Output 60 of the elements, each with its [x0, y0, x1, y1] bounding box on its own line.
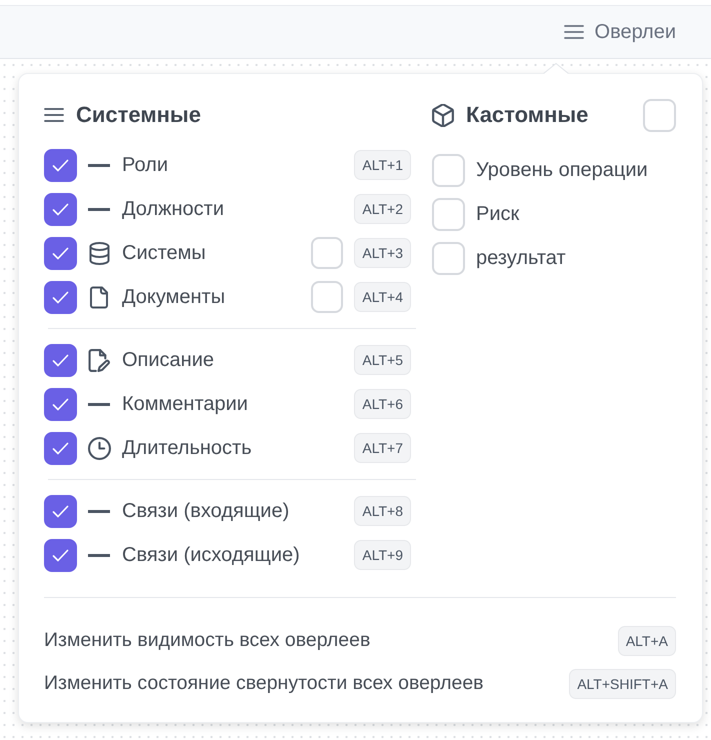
shortcut-key: ALT+6 [354, 389, 411, 419]
shortcut-key: ALT+9 [354, 540, 411, 570]
checkmark-icon [52, 246, 69, 260]
overlay-label: Комментарии [122, 392, 249, 416]
checkmark-icon [52, 548, 69, 562]
overlay-label: Длительность [122, 436, 253, 460]
overlay-label: Риск [476, 202, 520, 226]
shortcut-key: ALT+8 [354, 496, 411, 526]
database-icon [88, 242, 110, 264]
overlay-label: Связи (входящие) [122, 500, 290, 522]
checkbox[interactable] [44, 494, 77, 528]
overlay-label: Должности [122, 198, 226, 220]
checkbox[interactable] [44, 388, 77, 420]
menu-icon [44, 108, 64, 122]
collapse-checkbox[interactable] [311, 237, 344, 269]
overlay-label: Описание [122, 348, 216, 372]
checkmark-icon [52, 290, 69, 304]
shortcut-key: ALT+1 [354, 150, 411, 180]
checkmark-icon [52, 442, 69, 454]
collapse-checkbox[interactable] [311, 281, 344, 313]
checkbox[interactable] [44, 148, 77, 182]
shortcut-key: ALT+4 [354, 282, 411, 312]
file-icon [90, 286, 108, 308]
dash-icon [88, 402, 110, 406]
checkbox[interactable] [44, 344, 77, 376]
overlay-label: Системы [122, 242, 207, 264]
overlay-label: Связи (исходящие) [122, 544, 301, 566]
dash-icon [88, 554, 110, 556]
dash-icon [88, 208, 110, 210]
overlays-button[interactable]: Оверлеи [564, 16, 676, 48]
shortcut-key: ALT+7 [354, 433, 411, 463]
menu-item[interactable]: Изменить видимость всех оверлеев [44, 629, 370, 652]
shortcut-key: ALT+A [618, 626, 676, 656]
checkbox[interactable] [44, 432, 77, 464]
cube-icon [432, 104, 454, 126]
checkmark-icon [52, 354, 69, 366]
menu-item[interactable]: Изменить состояние свернутости всех оверлеев [44, 672, 484, 695]
shortcut-key: ALT+SHIFT+A [569, 668, 676, 698]
checkmark-icon [52, 202, 69, 216]
clock-icon [88, 436, 110, 460]
checkbox[interactable] [44, 538, 77, 572]
menu-icon [564, 25, 584, 39]
checkbox[interactable] [44, 280, 77, 314]
dash-icon [88, 164, 110, 166]
overlay-label: Роли [122, 154, 169, 176]
checkbox[interactable] [44, 236, 77, 270]
shortcut-key: ALT+3 [354, 238, 411, 268]
checkmark-icon [52, 158, 69, 172]
section-title: Кастомные [466, 102, 588, 128]
overlay-label: Уровень операции [476, 158, 649, 182]
overlay-label: Документы [122, 286, 226, 308]
checkmark-icon [52, 398, 69, 410]
shortcut-key: ALT+5 [354, 345, 411, 375]
shortcut-key: ALT+2 [354, 194, 411, 224]
checkmark-icon [52, 504, 69, 518]
section-title: Системные [76, 102, 201, 128]
checkbox[interactable] [44, 192, 77, 226]
file-pen-icon [88, 348, 110, 372]
overlay-label: результат [476, 246, 567, 270]
dash-icon [88, 510, 110, 512]
